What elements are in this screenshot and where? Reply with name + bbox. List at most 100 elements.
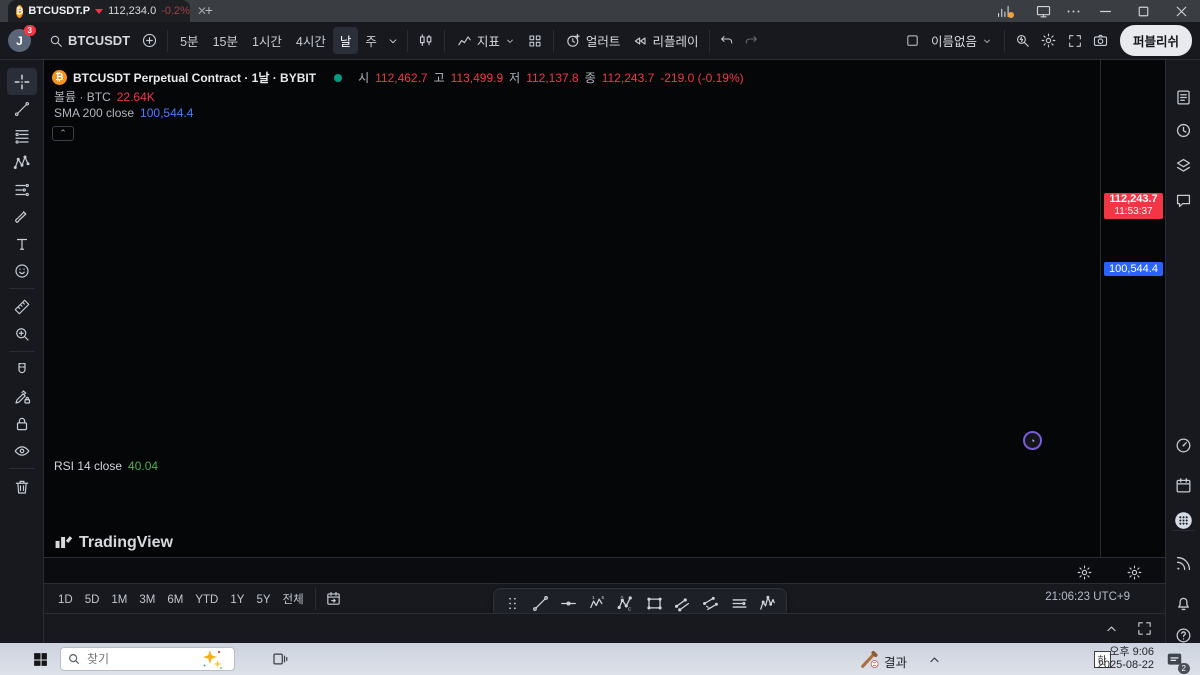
broadcast-icon[interactable] — [1166, 550, 1200, 576]
alert-button[interactable]: 얼러트 — [559, 27, 627, 54]
xabcd-pattern-tool-icon[interactable] — [7, 149, 37, 176]
new-tab-button[interactable]: + — [200, 2, 218, 18]
compare-add-icon[interactable] — [136, 32, 162, 49]
range-전체[interactable]: 전체 — [277, 590, 310, 610]
elliott-wave-icon[interactable]: 15 — [588, 594, 607, 613]
trend-line-tool-icon[interactable] — [7, 95, 37, 122]
redo-icon[interactable] — [739, 33, 763, 49]
stats-icon[interactable] — [988, 0, 1018, 22]
xabcd-pattern-icon[interactable] — [758, 594, 777, 613]
rsi-legend[interactable]: RSI 14 close 40.04 — [54, 459, 158, 473]
chart-style-icon[interactable] — [413, 32, 439, 49]
panel-expand-icon[interactable] — [1103, 620, 1120, 637]
alerts-clock-icon[interactable] — [1166, 117, 1200, 143]
maximize-button[interactable] — [1128, 0, 1158, 22]
quick-search-icon[interactable] — [1010, 32, 1036, 49]
avatar[interactable]: J 3 — [8, 29, 31, 52]
browser-tab[interactable]: ₿ BTCUSDT.P 112,234.0 -0.2% ✕ — [8, 0, 190, 22]
save-layout-icon[interactable] — [901, 33, 925, 48]
remove-all-tool-icon[interactable] — [7, 473, 37, 500]
time-axis[interactable] — [44, 557, 1165, 583]
text-tool-icon[interactable] — [7, 230, 37, 257]
tray-expand-icon[interactable] — [922, 647, 946, 671]
timeframe-3[interactable]: 4시간 — [289, 27, 333, 54]
axis-settings-gear-icon[interactable] — [1122, 559, 1146, 585]
reactions-icon[interactable]: ◔ — [1023, 431, 1042, 450]
range-1D[interactable]: 1D — [52, 590, 79, 610]
range-YTD[interactable]: YTD — [189, 590, 224, 610]
projection-tool-icon[interactable] — [7, 176, 37, 203]
range-3M[interactable]: 3M — [133, 590, 161, 610]
range-1M[interactable]: 1M — [105, 590, 133, 610]
drawing-lock-tool-icon[interactable] — [7, 383, 37, 410]
hide-all-tool-icon[interactable] — [7, 437, 37, 464]
ruler-tool-icon[interactable] — [7, 293, 37, 320]
calendar-icon[interactable] — [1166, 472, 1200, 498]
symbol-search-button[interactable]: BTCUSDT — [42, 29, 136, 53]
minimize-button[interactable] — [1090, 0, 1120, 22]
range-5D[interactable]: 5D — [79, 590, 106, 610]
brush-tool-icon[interactable] — [7, 203, 37, 230]
layers-icon[interactable] — [1166, 152, 1200, 178]
trend-line-icon[interactable] — [531, 594, 550, 613]
zoom-in-tool-icon[interactable] — [7, 320, 37, 347]
timeframe-2[interactable]: 1시간 — [245, 27, 289, 54]
search-icon — [48, 33, 64, 49]
start-button[interactable] — [28, 647, 52, 671]
abcd-pattern-icon[interactable]: AC — [616, 594, 635, 613]
legend-collapse-button[interactable]: ⌃ — [52, 126, 74, 141]
range-6M[interactable]: 6M — [161, 590, 189, 610]
magnet-tool-icon[interactable] — [7, 356, 37, 383]
copilot-sparkle-icon[interactable] — [200, 647, 224, 671]
panel-fullscreen-icon[interactable] — [1136, 620, 1153, 637]
watchlist-icon[interactable] — [1166, 84, 1200, 110]
range-1Y[interactable]: 1Y — [224, 590, 250, 610]
disjoint-channel-icon[interactable] — [701, 594, 720, 613]
flat-lines-icon[interactable] — [730, 594, 749, 613]
price-axis[interactable]: 112,243.7 11:53:37 100,544.4 40.04 — [1100, 60, 1165, 557]
task-view-icon[interactable] — [268, 647, 292, 671]
close-button[interactable] — [1166, 0, 1196, 22]
timeframe-1[interactable]: 15분 — [206, 27, 245, 54]
publish-button[interactable]: 퍼블리쉬 — [1120, 25, 1192, 56]
notification-center-icon[interactable]: 2 — [1162, 647, 1186, 671]
chart-area[interactable] — [44, 60, 1100, 557]
emoji-tool-icon[interactable] — [7, 257, 37, 284]
down-triangle-icon — [95, 9, 103, 14]
more-menu-icon[interactable] — [1058, 0, 1088, 22]
indicator-templates-icon[interactable] — [522, 33, 548, 49]
timeframe-4[interactable]: 날 — [333, 27, 359, 54]
drag-handle-icon[interactable] — [503, 594, 522, 613]
crosshair-tool-icon[interactable] — [7, 68, 37, 95]
horizontal-line-icon[interactable] — [559, 594, 578, 613]
notifications-icon[interactable] — [1166, 590, 1200, 616]
indicators-button[interactable]: 지표 — [450, 27, 522, 54]
undo-icon[interactable] — [715, 33, 739, 49]
clock[interactable]: 21:06:23 UTC+9 — [1045, 591, 1130, 603]
timezone-gear-icon[interactable] — [1072, 559, 1096, 585]
symbol-legend[interactable]: ₿ BTCUSDT Perpetual Contract · 1날 · BYBI… — [52, 69, 744, 86]
range-5Y[interactable]: 5Y — [250, 590, 276, 610]
parallel-channel-icon[interactable] — [673, 594, 692, 613]
goto-date-icon[interactable] — [321, 590, 347, 607]
timeframe-0[interactable]: 5분 — [173, 27, 205, 54]
layout-name-button[interactable]: 이름없음 — [925, 27, 999, 54]
timeframe-chevron-icon[interactable] — [384, 34, 402, 48]
screen-share-icon[interactable] — [1028, 0, 1058, 22]
snapshot-camera-icon[interactable] — [1088, 32, 1114, 49]
result-label[interactable]: 결과 — [884, 652, 907, 671]
sma-legend[interactable]: SMA 200 close 100,544.4 — [54, 106, 193, 120]
fullscreen-icon[interactable] — [1062, 33, 1088, 49]
taskbar-clock[interactable]: 오후 9:06 2025-08-22 — [1098, 646, 1154, 672]
gauge-icon[interactable] — [1166, 432, 1200, 458]
rectangle-icon[interactable] — [645, 594, 664, 613]
volume-legend[interactable]: 볼륨 · BTC 22.64K — [54, 88, 155, 105]
timeframe-5[interactable]: 주 — [358, 27, 384, 54]
fib-retracement-tool-icon[interactable] — [7, 122, 37, 149]
settings-gear-icon[interactable] — [1036, 32, 1062, 49]
replay-button[interactable]: 리플레이 — [626, 27, 704, 54]
baseball-result-icon[interactable] — [858, 647, 882, 671]
chat-icon[interactable] — [1166, 187, 1200, 213]
lock-all-tool-icon[interactable] — [7, 410, 37, 437]
price-chart[interactable] — [44, 60, 1100, 557]
